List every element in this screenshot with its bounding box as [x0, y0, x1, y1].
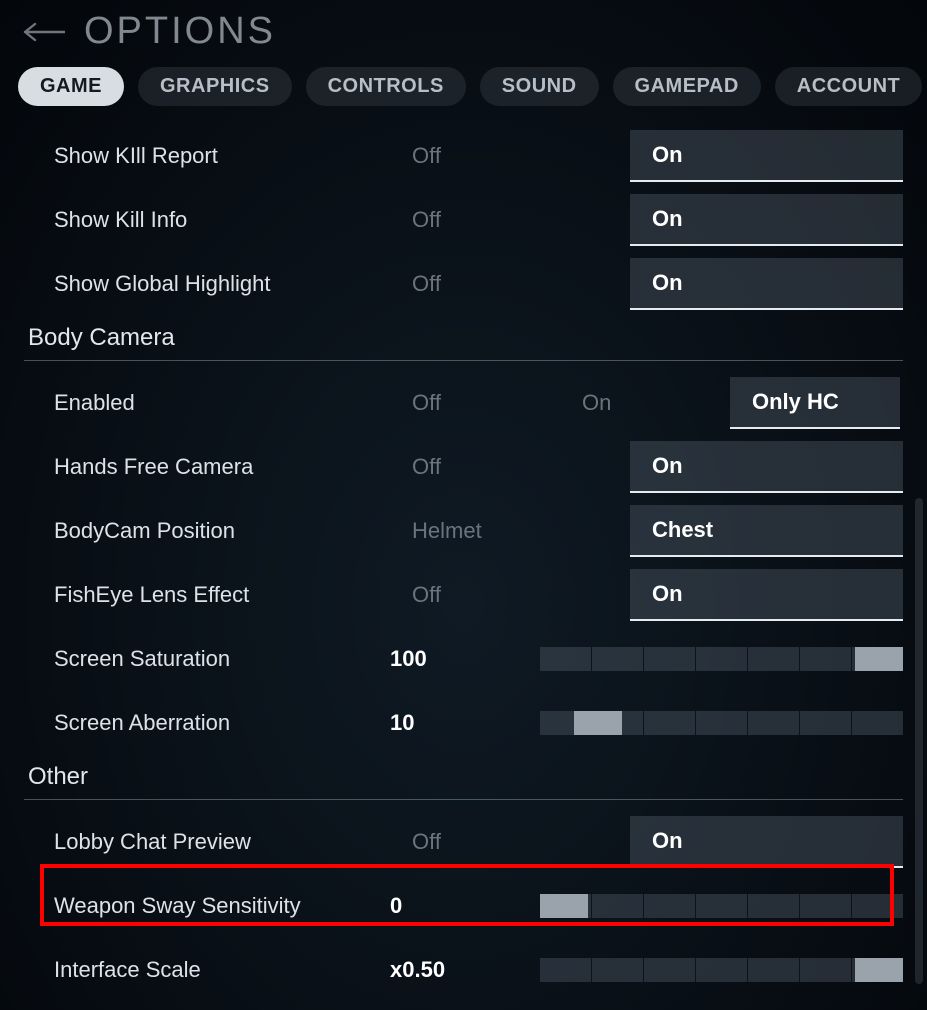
row-bodycam-position: BodyCam Position Helmet Chest — [24, 499, 903, 563]
page-title: OPTIONS — [84, 10, 276, 53]
row-enabled: Enabled Off On Only HC — [24, 371, 903, 435]
opt-enabled-off[interactable]: Off — [390, 377, 560, 429]
tab-account[interactable]: ACCOUNT — [775, 67, 923, 106]
row-screen-aberration: Screen Aberration 10 — [24, 691, 903, 755]
section-other: Other — [24, 759, 903, 800]
opt-enabled-only-hc[interactable]: Only HC — [730, 377, 900, 429]
tab-game[interactable]: GAME — [18, 67, 124, 106]
opt-lobby-chat-on[interactable]: On — [630, 816, 903, 868]
row-weapon-sway-sensitivity: Weapon Sway Sensitivity 0 — [24, 874, 903, 938]
label-screen-aberration: Screen Aberration — [54, 710, 390, 736]
label-interface-scale: Interface Scale — [54, 957, 390, 983]
label-show-kill-info: Show Kill Info — [54, 207, 390, 233]
tabs-bar: GAME GRAPHICS CONTROLS SOUND GAMEPAD ACC… — [0, 53, 927, 124]
slider-screen-aberration[interactable] — [540, 711, 903, 735]
row-show-kill-report: Show KIll Report Off On — [24, 124, 903, 188]
opt-enabled-on[interactable]: On — [560, 377, 730, 429]
label-show-global-highlight: Show Global Highlight — [54, 271, 390, 297]
slider-interface-scale[interactable] — [540, 958, 903, 982]
label-bodycam-position: BodyCam Position — [54, 518, 390, 544]
row-fisheye: FishEye Lens Effect Off On — [24, 563, 903, 627]
opt-bodycam-chest[interactable]: Chest — [630, 505, 903, 557]
label-enabled: Enabled — [54, 390, 390, 416]
slider-screen-saturation[interactable] — [540, 647, 903, 671]
opt-bodycam-helmet[interactable]: Helmet — [390, 505, 630, 557]
label-hands-free-camera: Hands Free Camera — [54, 454, 390, 480]
label-show-kill-report: Show KIll Report — [54, 143, 390, 169]
value-interface-scale: x0.50 — [390, 957, 540, 983]
tab-graphics[interactable]: GRAPHICS — [138, 67, 292, 106]
label-fisheye: FishEye Lens Effect — [54, 582, 390, 608]
slider-weapon-sway-sensitivity[interactable] — [540, 894, 903, 918]
row-show-kill-info: Show Kill Info Off On — [24, 188, 903, 252]
opt-kill-info-on[interactable]: On — [630, 194, 903, 246]
opt-global-hl-off[interactable]: Off — [390, 258, 630, 310]
opt-lobby-chat-off[interactable]: Off — [390, 816, 630, 868]
tab-controls[interactable]: CONTROLS — [306, 67, 466, 106]
opt-fisheye-off[interactable]: Off — [390, 569, 630, 621]
section-body-camera: Body Camera — [24, 320, 903, 361]
label-lobby-chat-preview: Lobby Chat Preview — [54, 829, 390, 855]
label-weapon-sway-sensitivity: Weapon Sway Sensitivity — [54, 893, 390, 919]
scrollbar[interactable] — [915, 498, 923, 984]
row-lobby-chat-preview: Lobby Chat Preview Off On — [24, 810, 903, 874]
row-interface-scale: Interface Scale x0.50 — [24, 938, 903, 1002]
tab-sound[interactable]: SOUND — [480, 67, 599, 106]
value-screen-saturation: 100 — [390, 646, 540, 672]
opt-global-hl-on[interactable]: On — [630, 258, 903, 310]
opt-fisheye-on[interactable]: On — [630, 569, 903, 621]
options-panel: Show KIll Report Off On Show Kill Info O… — [0, 124, 927, 1002]
label-screen-saturation: Screen Saturation — [54, 646, 390, 672]
tab-gamepad[interactable]: GAMEPAD — [613, 67, 761, 106]
value-weapon-sway-sensitivity: 0 — [390, 893, 540, 919]
back-arrow-icon[interactable] — [20, 17, 66, 47]
opt-hands-free-off[interactable]: Off — [390, 441, 630, 493]
row-show-global-highlight: Show Global Highlight Off On — [24, 252, 903, 316]
opt-kill-info-off[interactable]: Off — [390, 194, 630, 246]
opt-kill-report-on[interactable]: On — [630, 130, 903, 182]
row-screen-saturation: Screen Saturation 100 — [24, 627, 903, 691]
value-screen-aberration: 10 — [390, 710, 540, 736]
row-hands-free-camera: Hands Free Camera Off On — [24, 435, 903, 499]
opt-hands-free-on[interactable]: On — [630, 441, 903, 493]
opt-kill-report-off[interactable]: Off — [390, 130, 630, 182]
